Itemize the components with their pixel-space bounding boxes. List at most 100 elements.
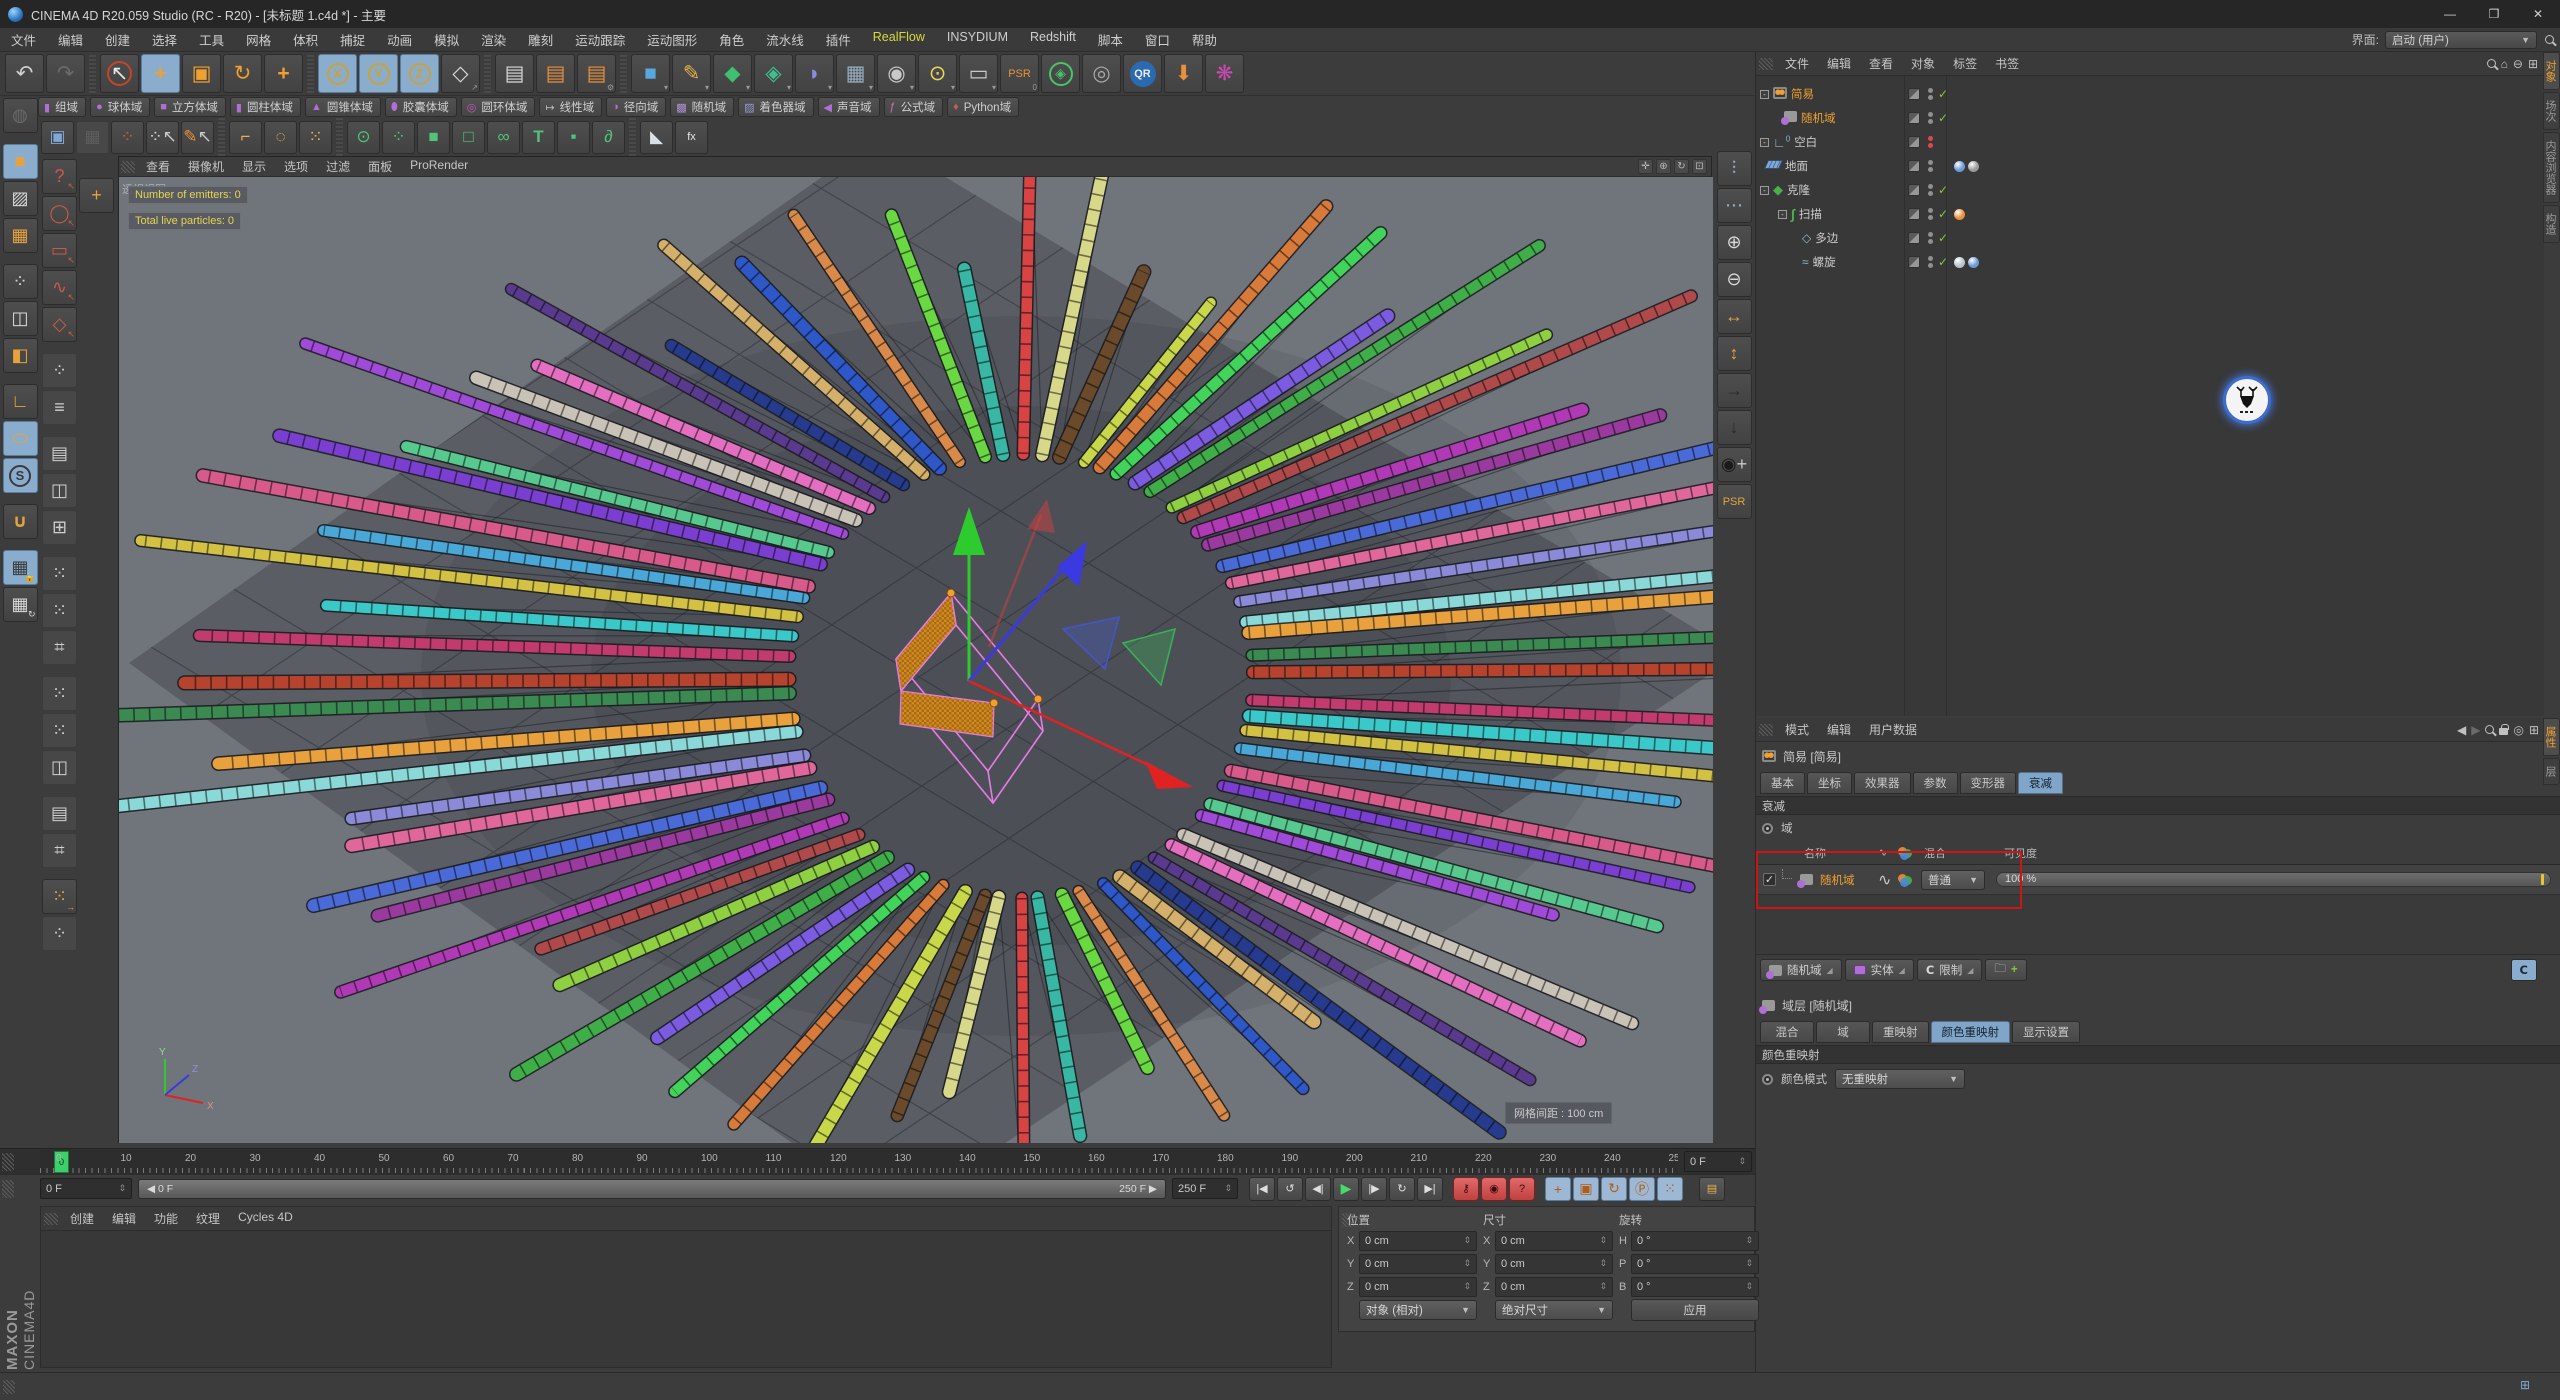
go-end-button[interactable]: ▶| bbox=[1417, 1176, 1443, 1201]
section-falloff[interactable]: 衰减 bbox=[1756, 796, 2560, 815]
disabled-tool-2[interactable]: ≡ bbox=[42, 390, 77, 425]
landscape-tool[interactable]: ▦ bbox=[76, 120, 109, 154]
disabled-tool-13[interactable]: ⌗ bbox=[42, 833, 77, 868]
cluster-points-tool[interactable]: ⁘ bbox=[382, 120, 415, 154]
visibility-dots[interactable] bbox=[1928, 184, 1933, 196]
add-camera-menu[interactable]: ◉ ▾ bbox=[877, 54, 916, 93]
disabled-tool-5[interactable]: ⊞ bbox=[42, 510, 77, 545]
disabled-tool-14[interactable]: ⁘ bbox=[42, 916, 77, 951]
minimize-button[interactable]: — bbox=[2428, 0, 2472, 28]
frame-spinner[interactable]: 0 F ⇕ bbox=[1684, 1151, 1752, 1172]
layer-tab-域[interactable]: 域 bbox=[1816, 1021, 1870, 1043]
menu-item-1[interactable]: 编辑 bbox=[1818, 721, 1860, 738]
delete-points-tool[interactable]: ⁘ bbox=[111, 120, 144, 154]
formula-field-button[interactable]: ƒ 公式域 bbox=[883, 97, 944, 117]
color-mode-dropdown[interactable]: 无重映射 ▼ bbox=[1835, 1069, 1965, 1089]
menu-item-2[interactable]: 用户数据 bbox=[1860, 721, 1926, 738]
menu-item-15[interactable]: 流水线 bbox=[755, 30, 815, 49]
enabled-check[interactable]: ✓ bbox=[1938, 111, 1948, 125]
move-palette-button[interactable]: + bbox=[79, 178, 114, 213]
om-add-icon[interactable]: ⊞ bbox=[2528, 57, 2538, 71]
weight-points-tool[interactable]: ⊙ bbox=[347, 120, 380, 154]
current-frame-spinner[interactable]: 0 F ⇕ bbox=[40, 1178, 132, 1199]
timeline-window-button[interactable]: ▤ bbox=[1699, 1176, 1725, 1201]
menu-item-13[interactable]: 运动图形 bbox=[636, 30, 708, 49]
menu-item-5[interactable]: 网格 bbox=[235, 30, 282, 49]
add-child-icon[interactable]: ⊕ bbox=[1716, 225, 1752, 260]
tag-icons[interactable] bbox=[1954, 256, 1979, 268]
expand-toggle[interactable]: - bbox=[1760, 137, 1769, 147]
edges-mode[interactable]: ◫ bbox=[2, 301, 38, 336]
coord-field-旋转-P[interactable]: 0 ° ⇕ bbox=[1631, 1253, 1759, 1274]
range-grip[interactable] bbox=[2, 1179, 14, 1198]
disabled-tool-11[interactable]: ◫ bbox=[42, 750, 77, 785]
menu-item-0[interactable]: 文件 bbox=[1776, 55, 1818, 72]
scale-tool[interactable]: ▣ bbox=[182, 54, 221, 93]
ruler-grip[interactable] bbox=[2, 1153, 14, 1171]
magnet-snap[interactable]: ∪ bbox=[2, 504, 38, 539]
attr-tab-变形器[interactable]: 变形器 bbox=[1959, 772, 2016, 794]
sail-tool[interactable]: ◣ bbox=[640, 120, 673, 154]
render-picture-viewer-button[interactable]: ▤ bbox=[536, 54, 575, 93]
record-rotation-toggle[interactable]: ↻ bbox=[1601, 1176, 1627, 1201]
cylinder-field-button[interactable]: ▮ 圆柱体域 bbox=[229, 97, 301, 117]
layer-chip[interactable] bbox=[1908, 136, 1920, 148]
om-grip[interactable] bbox=[1759, 57, 1773, 70]
coords-mode-dropdown-0[interactable]: 对象 (相对) ▼ bbox=[1359, 1299, 1477, 1320]
attr-side-tab-属性[interactable]: 属性 bbox=[2543, 718, 2560, 756]
rotate-tool[interactable]: ↻ bbox=[223, 54, 262, 93]
menu-item-2[interactable]: 创建 bbox=[94, 30, 141, 49]
text-tool[interactable]: T bbox=[522, 120, 555, 154]
select-points-tool[interactable]: ⁘ ↖ bbox=[146, 120, 179, 154]
disabled-tool-8[interactable]: ⌗ bbox=[42, 630, 77, 665]
menu-item-17[interactable]: RealFlow bbox=[862, 30, 936, 49]
attr-tab-效果器[interactable]: 效果器 bbox=[1854, 772, 1911, 794]
layer-chip[interactable] bbox=[1908, 256, 1920, 268]
wire-cube-tool[interactable]: □ bbox=[452, 120, 485, 154]
linear-field-button[interactable]: ↦ 线性域 bbox=[539, 97, 603, 117]
polygons-mode[interactable]: ◧ bbox=[2, 338, 38, 373]
add-modeling-menu[interactable]: ◈ ▾ bbox=[754, 54, 793, 93]
point-transfer-tool[interactable]: ⁙ → bbox=[42, 879, 77, 914]
interface-search-icon[interactable] bbox=[2545, 35, 2554, 44]
keyframe-help-button[interactable]: ? bbox=[1509, 1176, 1535, 1201]
add-generator-menu[interactable]: ◆ ▾ bbox=[713, 54, 752, 93]
attr-side-tab-层[interactable]: 层 bbox=[2543, 758, 2560, 785]
go-start-button[interactable]: |◀ bbox=[1249, 1176, 1275, 1201]
tree-row-扫描[interactable]: - ∫ 扫描 ✓ bbox=[1756, 202, 2544, 226]
torus-field-button[interactable]: ◎ 圆环体域 bbox=[460, 97, 536, 117]
viewport-solo-mode[interactable]: ⬭ bbox=[2, 421, 38, 456]
om-home-icon[interactable]: ⌂ bbox=[2501, 57, 2508, 71]
om-collapse-icon[interactable]: ⊖ bbox=[2513, 57, 2523, 71]
menu-item-1[interactable]: 编辑 bbox=[103, 1210, 145, 1227]
move-tool[interactable]: + bbox=[141, 54, 180, 93]
add-deformer-menu[interactable]: ◗ ▾ bbox=[795, 54, 834, 93]
add-spline-menu[interactable]: ✎ ▾ bbox=[672, 54, 711, 93]
radial-field-button[interactable]: ◑ 径向域 bbox=[606, 97, 667, 117]
grid-points-tool[interactable]: ⁙ bbox=[299, 120, 332, 154]
next-frame-button[interactable]: |▶ bbox=[1361, 1176, 1387, 1201]
om-side-tab-场次[interactable]: 场次 bbox=[2543, 92, 2560, 130]
lasso-selection-icon[interactable]: ∿ ↖ bbox=[42, 270, 77, 305]
menu-item-4[interactable]: 过滤 bbox=[317, 158, 359, 175]
swirl-tool[interactable]: ∂ bbox=[592, 120, 625, 154]
group-field-button[interactable]: ▮ 组域 bbox=[38, 97, 87, 117]
disabled-tool-7[interactable]: ⁙ bbox=[42, 593, 77, 628]
help-select-tool[interactable]: ? ↖ bbox=[42, 159, 77, 194]
attr-tab-基本[interactable]: 基本 bbox=[1760, 772, 1805, 794]
menu-item-6[interactable]: 体积 bbox=[282, 30, 329, 49]
maximize-button[interactable]: ❐ bbox=[2472, 0, 2516, 28]
disabled-tool-10[interactable]: ⁙ bbox=[42, 713, 77, 748]
menu-item-1[interactable]: 摄像机 bbox=[179, 158, 233, 175]
viewport-pan-icon[interactable]: ✛ bbox=[1638, 159, 1653, 174]
timeline-ruler[interactable]: 0 0 10 20 30 40 50 60 70 80 90 100 110 120 130 140 150 1… bbox=[0, 1148, 1755, 1174]
menu-item-11[interactable]: 雕刻 bbox=[517, 30, 564, 49]
tree-row-螺旋[interactable]: ≈ 螺旋 ✓ bbox=[1756, 250, 2544, 274]
play-button[interactable]: ▶ bbox=[1333, 1176, 1359, 1201]
om-side-tab-内容浏览器[interactable]: 内容浏览器 bbox=[2543, 132, 2560, 203]
attr-grip[interactable] bbox=[1759, 723, 1773, 736]
coord-field-尺寸-Z[interactable]: 0 cm ⇕ bbox=[1495, 1276, 1613, 1297]
polygon-selection-icon[interactable]: ◇ ↖ bbox=[42, 307, 77, 342]
chain-tool[interactable]: ∞ bbox=[487, 120, 520, 154]
menu-item-1[interactable]: 编辑 bbox=[47, 30, 94, 49]
